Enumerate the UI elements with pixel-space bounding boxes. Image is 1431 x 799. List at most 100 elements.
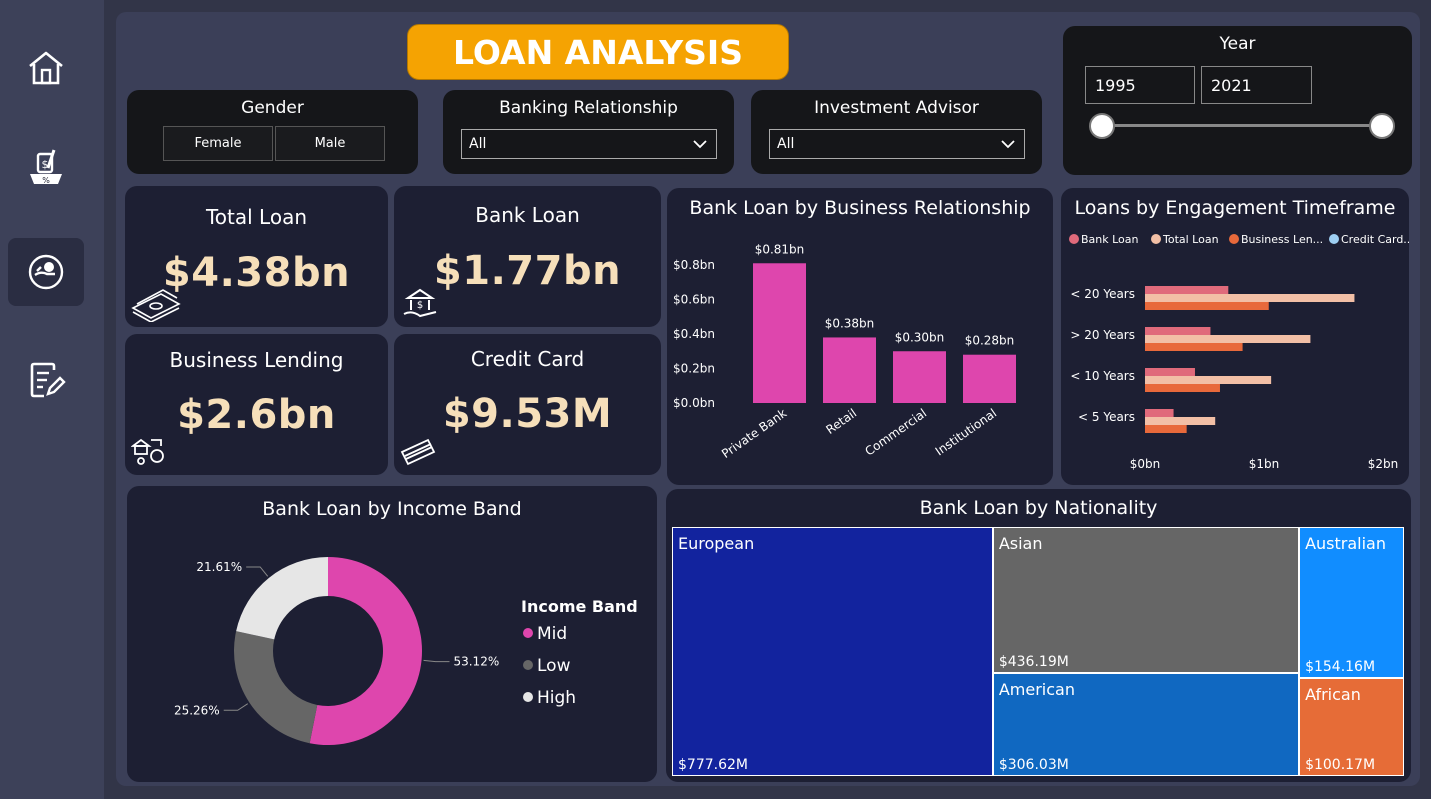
bar[interactable] — [1145, 368, 1195, 376]
y-tick-label: < 10 Years — [1070, 369, 1135, 383]
investment-advisor-value: All — [777, 136, 795, 152]
y-tick-label: > 20 Years — [1070, 328, 1135, 342]
business-lending-title: Business Lending — [169, 348, 344, 372]
legend-marker — [523, 660, 533, 670]
bar[interactable] — [1145, 384, 1220, 392]
engagement-timeframe-chart-card: Loans by Engagement Timeframe Bank Loan T… — [1061, 188, 1409, 485]
bar[interactable] — [1145, 302, 1269, 310]
business-relationship-chart-card: Bank Loan by Business Relationship $0.0b… — [667, 188, 1053, 485]
bar[interactable] — [1145, 335, 1311, 343]
bar[interactable] — [1145, 343, 1243, 351]
year-slider-start-handle[interactable] — [1089, 113, 1115, 139]
y-tick-label: $0.0bn — [673, 396, 715, 410]
leader-line — [246, 566, 269, 577]
year-slicer: Year 1995 2021 — [1063, 26, 1412, 175]
bar[interactable] — [893, 351, 946, 403]
bar-data-label: $0.28bn — [965, 334, 1015, 348]
business-transfer-icon — [131, 438, 164, 465]
year-slider-end-handle[interactable] — [1369, 113, 1395, 139]
treemap-cell[interactable]: African $100.17M — [1299, 677, 1404, 776]
x-tick-label: Commercial — [862, 406, 929, 459]
legend-marker — [523, 692, 533, 702]
nationality-chart-title: Bank Loan by Nationality — [919, 497, 1158, 519]
x-tick-label: Institutional — [933, 406, 1000, 458]
donut-slice[interactable] — [234, 631, 318, 744]
income-band-chart-card: Bank Loan by Income Band 53.12% 25.26% 21.… — [127, 486, 657, 782]
treemap-value: $306.03M — [998, 756, 1069, 773]
total-loan-card: Total Loan $4.38bn — [125, 186, 388, 327]
bar-data-label: $0.30bn — [895, 330, 945, 344]
nav-home-button[interactable] — [8, 34, 84, 102]
gender-female-button[interactable]: Female — [163, 126, 273, 161]
x-tick-label: Private Bank — [719, 406, 789, 461]
svg-text:$: $ — [417, 300, 423, 311]
legend-label: Business Len... — [1241, 233, 1323, 246]
bar[interactable] — [753, 263, 806, 403]
loan-hand-icon — [28, 254, 64, 290]
treemap-label: Australian — [1305, 534, 1386, 553]
year-from-input[interactable]: 1995 — [1085, 66, 1195, 104]
nav-loan-button[interactable] — [8, 238, 84, 306]
gender-slicer-title: Gender — [241, 98, 304, 118]
y-tick-label: $0.6bn — [673, 293, 715, 307]
bar[interactable] — [1145, 286, 1229, 294]
y-tick-label: < 20 Years — [1070, 287, 1135, 301]
bar[interactable] — [963, 354, 1016, 403]
donut-slice[interactable] — [236, 557, 328, 640]
treemap-cell[interactable]: Australian $154.16M — [1299, 527, 1404, 678]
gender-male-button[interactable]: Male — [275, 126, 385, 161]
x-tick-label: $0bn — [1130, 457, 1161, 471]
home-icon — [29, 51, 63, 85]
nav-tax-button[interactable]: $ % — [8, 132, 84, 200]
treemap-cell[interactable]: European $777.62M — [672, 527, 993, 776]
credit-card-title: Credit Card — [470, 347, 585, 371]
year-slider-track[interactable] — [1101, 124, 1383, 127]
year-slicer-title: Year — [1219, 34, 1256, 54]
treemap-label: American — [998, 680, 1075, 700]
bar[interactable] — [1145, 327, 1211, 335]
treemap-cell[interactable]: Asian $436.19M — [992, 527, 1300, 674]
bar[interactable] — [823, 337, 876, 403]
chevron-down-icon — [1001, 140, 1015, 149]
banking-relationship-dropdown[interactable]: All — [461, 129, 717, 159]
slice-data-label: 21.61% — [196, 560, 242, 574]
total-loan-title: Total Loan — [205, 205, 308, 229]
legend-title: Income Band — [521, 597, 638, 616]
legend-label[interactable]: Low — [537, 656, 571, 676]
legend-marker — [1151, 234, 1161, 244]
nationality-chart-card: Bank Loan by Nationality European $777.62… — [666, 489, 1411, 782]
loan-tax-icon: $ % — [30, 149, 62, 185]
business-relationship-chart: $0.0bn $0.2bn $0.4bn $0.6bn $0.8bn $0.81bn Pri… — [673, 242, 1016, 461]
business-lending-value: $2.6bn — [177, 392, 336, 438]
legend-label[interactable]: Mid — [537, 624, 567, 644]
chevron-down-icon — [693, 140, 707, 149]
treemap-label: African — [1305, 684, 1361, 704]
income-band-chart: 53.12% 25.26% 21.61% Income Band Mid Low High — [174, 557, 638, 745]
bar[interactable] — [1145, 425, 1187, 433]
bar[interactable] — [1145, 409, 1174, 417]
legend-label[interactable]: High — [537, 688, 576, 708]
credit-card-value: $9.53M — [442, 391, 613, 437]
treemap-cell[interactable]: American $306.03M — [992, 673, 1300, 776]
leader-line — [423, 659, 450, 663]
bank-loan-title: Bank Loan — [475, 203, 580, 227]
legend-marker — [1329, 234, 1339, 244]
nav-report-button[interactable] — [8, 346, 84, 414]
legend-marker — [523, 628, 533, 638]
year-to-input[interactable]: 2021 — [1201, 66, 1312, 104]
treemap-label: Asian — [998, 534, 1043, 553]
bar[interactable] — [1145, 417, 1216, 425]
investment-advisor-dropdown[interactable]: All — [769, 129, 1025, 159]
y-tick-label: $0.8bn — [673, 258, 715, 272]
x-tick-label: $2bn — [1368, 457, 1399, 471]
bank-hand-icon: $ — [403, 288, 437, 318]
gender-slicer: Gender Female Male — [127, 90, 418, 174]
legend-marker — [1069, 234, 1079, 244]
treemap-value: $100.17M — [1305, 756, 1376, 773]
y-tick-label: $0.4bn — [673, 327, 715, 341]
x-tick-label: $1bn — [1249, 457, 1280, 471]
engagement-timeframe-chart: Bank Loan Total Loan Business Len... Credit… — [1069, 233, 1409, 471]
bar[interactable] — [1145, 376, 1272, 384]
legend-label: Credit Card... — [1341, 233, 1409, 246]
bar[interactable] — [1145, 294, 1355, 302]
